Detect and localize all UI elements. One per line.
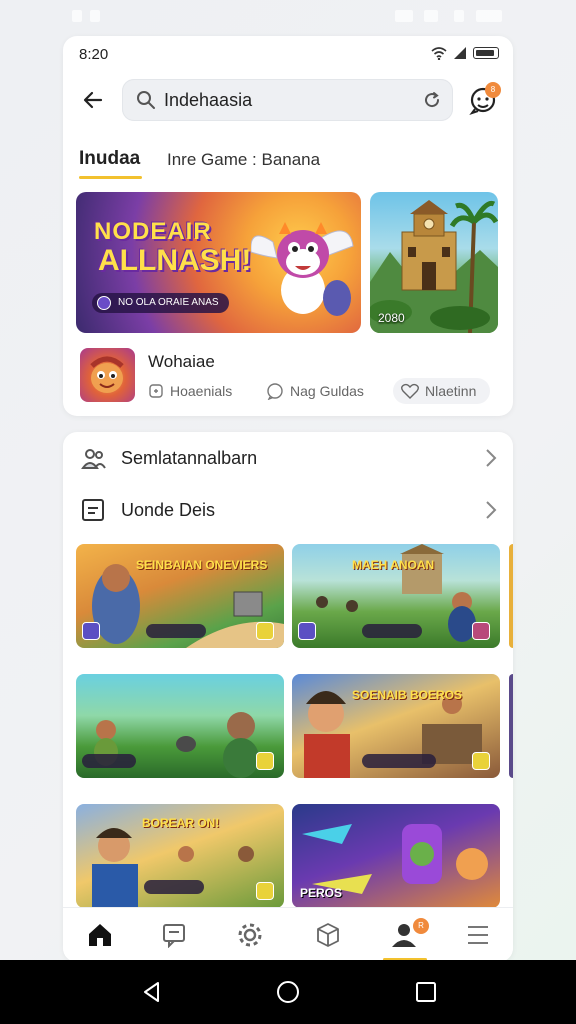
tab-active[interactable]: Inudaa [79, 148, 140, 170]
wifi-icon [431, 47, 447, 60]
profile-badge: R [413, 918, 429, 934]
people-icon [81, 449, 106, 469]
tile-title: SOENAIB BOEROS [352, 688, 463, 702]
status-time: 8:20 [79, 46, 109, 63]
game-tile[interactable]: MAEH ANOAN [292, 544, 500, 648]
game-tile[interactable]: BOREAR ON! [76, 804, 284, 908]
status-icon [72, 10, 82, 22]
banner-title: NODEAIR [94, 218, 212, 245]
star-icon[interactable] [256, 622, 274, 640]
nav-menu[interactable] [461, 918, 495, 952]
tile-progress [82, 754, 136, 768]
search-bar[interactable] [122, 79, 453, 121]
refresh-icon[interactable] [423, 91, 441, 109]
nav-home[interactable] [83, 918, 117, 952]
featured-game[interactable]: Wohaiae Hoaenials Nag Guldas Nlaetinn [80, 348, 498, 404]
tab-underline [79, 176, 142, 179]
system-nav-bar [0, 960, 576, 1024]
pill-icon [97, 296, 111, 310]
game-tile[interactable]: SOENAIB BOEROS [292, 674, 500, 778]
signal-icon [454, 10, 464, 22]
status-icons [431, 46, 499, 60]
tile-progress [144, 880, 204, 894]
tile-peek [509, 674, 513, 778]
gamepad-icon [149, 384, 163, 398]
tile-title: PEROS [300, 886, 343, 900]
tab-game[interactable]: Inre Game : Banana [167, 150, 320, 170]
game-character-illustration [90, 356, 124, 393]
tile-peek [509, 544, 513, 648]
mascot-illustration [251, 222, 354, 316]
section-row-list[interactable]: Uonde Deis [79, 490, 497, 530]
tile-title: SEINBAIAN ONEVIERS [136, 558, 268, 572]
lists-card: Semlatannalbarn Uonde Deis SEINBAIAN ONE… [63, 432, 513, 962]
back-triangle-icon[interactable] [140, 980, 164, 1004]
category-tabs: Inudaa Inre Game : Banana [79, 148, 497, 182]
home-icon [89, 924, 111, 946]
favorite-chip[interactable]: Nlaetinn [393, 378, 491, 404]
banner-secondary-label: 2080 [378, 311, 405, 325]
list-icon [82, 499, 104, 521]
tile-title: BOREAR ON! [142, 816, 220, 830]
game-tile[interactable]: PEROS [292, 804, 500, 908]
notification-badge: 8 [485, 82, 501, 98]
star-icon[interactable] [256, 882, 274, 900]
game-thumbnail[interactable] [80, 348, 135, 402]
section-label: Uonde Deis [121, 500, 216, 520]
lock-icon [82, 622, 100, 640]
tile-progress [362, 624, 422, 638]
star-icon[interactable] [256, 752, 274, 770]
wifi-icon [424, 10, 438, 22]
chevron-right-icon [486, 501, 497, 519]
outer-status-bar [0, 0, 576, 34]
banner-pill[interactable]: NO OLA ORAIE ANAS [92, 293, 229, 313]
game-meta-genre: Hoaenials [148, 378, 232, 404]
chat-icon [267, 383, 283, 400]
tile-progress [362, 754, 436, 768]
section-label: Semlatannalbarn [121, 448, 258, 468]
search-input[interactable] [164, 88, 414, 112]
battery-icon [476, 10, 502, 22]
top-card: 8:20 8 Inudaa Inre Game : Banana NODEAIR… [63, 36, 513, 416]
section-row-community[interactable]: Semlatannalbarn [79, 438, 497, 478]
game-tile[interactable]: SEINBAIAN ONEVIERS [76, 544, 284, 648]
signal-icon [395, 10, 413, 22]
signal-icon [454, 47, 466, 59]
nav-messages[interactable] [157, 918, 191, 952]
status-icon [90, 10, 100, 22]
game-tile[interactable] [76, 674, 284, 778]
message-icon [163, 924, 185, 948]
battery-icon [473, 47, 499, 59]
chevron-right-icon [486, 449, 497, 467]
home-circle-icon[interactable] [276, 980, 300, 1004]
heart-icon [401, 383, 419, 399]
banner-secondary[interactable]: 2080 [370, 192, 498, 333]
badge-icon[interactable] [472, 622, 490, 640]
game-title: Wohaiae [148, 352, 215, 371]
settings-icon [238, 923, 262, 947]
star-icon[interactable] [472, 752, 490, 770]
bottom-nav: R [63, 907, 513, 962]
cube-icon [317, 923, 339, 947]
banner-main[interactable]: NODEAIR ALLNASH! NO OLA ORAIE ANAS [76, 192, 361, 333]
tile-progress [146, 624, 206, 638]
game-meta-chat: Nag Guldas [266, 378, 364, 404]
recents-square-icon[interactable] [414, 980, 438, 1004]
search-icon [137, 91, 155, 109]
lock-icon [298, 622, 316, 640]
banner-subtitle: ALLNASH! [98, 244, 252, 277]
menu-icon [468, 926, 488, 944]
nav-settings[interactable] [233, 918, 267, 952]
back-arrow-icon[interactable] [81, 88, 105, 112]
tile-title: MAEH ANOAN [352, 558, 435, 572]
nav-cube[interactable] [311, 918, 345, 952]
